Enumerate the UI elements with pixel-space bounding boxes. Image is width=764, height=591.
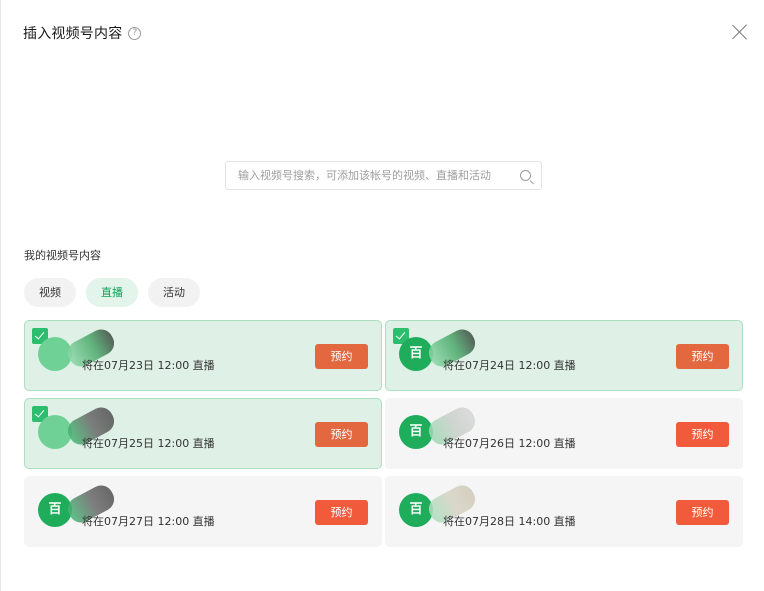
live-card[interactable]: 将在07月25日 12:00 直播 预约 [24,398,382,469]
live-card[interactable]: 百 将在07月27日 12:00 直播 预约 [24,476,382,547]
dialog-title: 插入视频号内容 [23,26,123,42]
live-schedule-time: 将在07月24日 12:00 直播 [443,359,576,372]
live-schedule-time: 将在07月26日 12:00 直播 [443,437,576,450]
content-type-tabs: 视频 直播 活动 [24,278,200,307]
reserve-button[interactable]: 预约 [315,344,368,369]
live-card[interactable]: 将在07月23日 12:00 直播 预约 [24,320,382,391]
tab-event[interactable]: 活动 [148,278,200,307]
live-card[interactable]: 百 将在07月24日 12:00 直播 预约 [385,320,743,391]
search-icon[interactable] [520,170,531,181]
dialog-header: 插入视频号内容 ? [23,22,142,44]
channel-search-box[interactable] [225,161,542,190]
tab-video[interactable]: 视频 [24,278,76,307]
channel-search-input[interactable] [238,169,508,182]
insert-channel-content-dialog: 插入视频号内容 ? 我的视频号内容 视频 直播 活动 将在07月23日 12:0… [0,0,764,591]
reserve-button[interactable]: 预约 [315,500,368,525]
live-card[interactable]: 百 将在07月28日 14:00 直播 预约 [385,476,743,547]
reserve-button[interactable]: 预约 [676,344,729,369]
close-icon[interactable] [730,22,750,42]
tab-live[interactable]: 直播 [86,278,138,307]
question-circle-icon[interactable]: ? [128,26,142,40]
reserve-button[interactable]: 预约 [315,422,368,447]
reserve-button[interactable]: 预约 [676,500,729,525]
section-label: 我的视频号内容 [24,249,101,262]
reserve-button[interactable]: 预约 [676,422,729,447]
live-card[interactable]: 百 将在07月26日 12:00 直播 预约 [385,398,743,469]
live-schedule-time: 将在07月23日 12:00 直播 [82,359,215,372]
live-schedule-time: 将在07月25日 12:00 直播 [82,437,215,450]
live-schedule-time: 将在07月28日 14:00 直播 [443,515,576,528]
live-schedule-time: 将在07月27日 12:00 直播 [82,515,215,528]
